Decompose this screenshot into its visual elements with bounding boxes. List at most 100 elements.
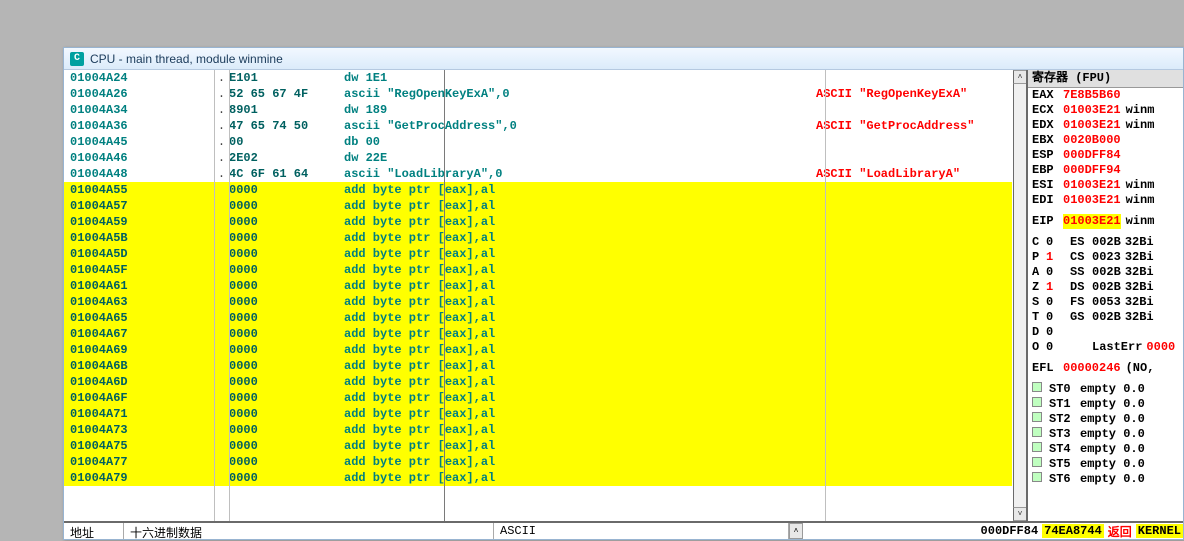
column-divider[interactable] (214, 70, 215, 521)
disasm-row[interactable]: 01004A6B0000add byte ptr [eax],al (64, 358, 1012, 374)
fpu-st6[interactable]: ST6empty 0.0 (1028, 472, 1183, 487)
fpu-st2[interactable]: ST2empty 0.0 (1028, 412, 1183, 427)
breakpoint-dot[interactable]: . (214, 118, 229, 134)
disasm-row[interactable]: 01004A5D0000add byte ptr [eax],al (64, 246, 1012, 262)
breakpoint-dot[interactable]: . (214, 166, 229, 182)
register-esi[interactable]: ESI01003E21winm (1028, 178, 1183, 193)
flag-d[interactable]: D0 (1028, 325, 1183, 340)
flag-o[interactable]: O0LastErr0000 (1028, 340, 1183, 355)
breakpoint-dot[interactable]: . (214, 150, 229, 166)
breakpoint-dot[interactable] (214, 374, 229, 390)
disasm-row[interactable]: 01004A750000add byte ptr [eax],al (64, 438, 1012, 454)
scrollbar[interactable] (1013, 84, 1027, 507)
scroll-up-button[interactable]: ˄ (789, 523, 803, 539)
register-esp[interactable]: ESP000DFF84 (1028, 148, 1183, 163)
breakpoint-dot[interactable] (214, 390, 229, 406)
disasm-row[interactable]: 01004A790000add byte ptr [eax],al (64, 470, 1012, 486)
disasm-row[interactable]: 01004A5F0000add byte ptr [eax],al (64, 262, 1012, 278)
breakpoint-dot[interactable] (214, 198, 229, 214)
fpu-st3[interactable]: ST3empty 0.0 (1028, 427, 1183, 442)
flag-s[interactable]: S0FS005332Bi (1028, 295, 1183, 310)
breakpoint-dot[interactable]: . (214, 102, 229, 118)
dump-pane-header[interactable]: 地址 十六进制数据 ASCII (64, 523, 789, 539)
disasm-row[interactable]: 01004A770000add byte ptr [eax],al (64, 454, 1012, 470)
reg-note: winm (1126, 178, 1155, 193)
flag-c[interactable]: C0ES002B32Bi (1028, 235, 1183, 250)
disasm-row[interactable]: 01004A5B0000add byte ptr [eax],al (64, 230, 1012, 246)
breakpoint-dot[interactable]: . (214, 70, 229, 86)
stack-row[interactable]: 000DFF84 74EA8744 返回 KERNEL (803, 523, 1183, 539)
disasm-row[interactable]: 01004A650000add byte ptr [eax],al (64, 310, 1012, 326)
breakpoint-dot[interactable] (214, 438, 229, 454)
breakpoint-dot[interactable] (214, 294, 229, 310)
disasm-row[interactable]: 01004A630000add byte ptr [eax],al (64, 294, 1012, 310)
column-divider[interactable] (444, 70, 445, 521)
breakpoint-dot[interactable]: . (214, 86, 229, 102)
disasm-row[interactable]: 01004A34.8901dw 189 (64, 102, 1012, 118)
breakpoint-dot[interactable] (214, 454, 229, 470)
scroll-up-button[interactable]: ˄ (1013, 70, 1027, 84)
register-ebx[interactable]: EBX0020B000 (1028, 133, 1183, 148)
register-eip[interactable]: EIP 01003E21 winm (1028, 214, 1183, 229)
flag-p[interactable]: P1CS002332Bi (1028, 250, 1183, 265)
breakpoint-dot[interactable] (214, 358, 229, 374)
scroll-down-button[interactable]: ˅ (1013, 507, 1027, 521)
fpu-st1[interactable]: ST1empty 0.0 (1028, 397, 1183, 412)
stack-addr: 000DFF84 (981, 524, 1039, 538)
disasm-row[interactable]: 01004A610000add byte ptr [eax],al (64, 278, 1012, 294)
breakpoint-dot[interactable] (214, 214, 229, 230)
breakpoint-dot[interactable] (214, 342, 229, 358)
registers-header[interactable]: 寄存器 (FPU) (1028, 70, 1183, 88)
disasm-row[interactable]: 01004A690000add byte ptr [eax],al (64, 342, 1012, 358)
breakpoint-dot[interactable]: . (214, 134, 229, 150)
flag-a[interactable]: A0SS002B32Bi (1028, 265, 1183, 280)
register-ebp[interactable]: EBP000DFF94 (1028, 163, 1183, 178)
register-ecx[interactable]: ECX01003E21winm (1028, 103, 1183, 118)
seg-extra: 0000 (1146, 340, 1175, 355)
dump-col-addr[interactable]: 地址 (64, 523, 124, 539)
disasm-row[interactable]: 01004A26.52 65 67 4Fascii "RegOpenKeyExA… (64, 86, 1012, 102)
disasm-row[interactable]: 01004A24.E101dw 1E1 (64, 70, 1012, 86)
breakpoint-dot[interactable] (214, 310, 229, 326)
register-edx[interactable]: EDX01003E21winm (1028, 118, 1183, 133)
disasm-row[interactable]: 01004A550000add byte ptr [eax],al (64, 182, 1012, 198)
disasm-row[interactable]: 01004A48.4C 6F 61 64ascii "LoadLibraryA"… (64, 166, 1012, 182)
registers-pane[interactable]: 寄存器 (FPU) EAX7E8B5B60ECX01003E21winmEDX0… (1028, 70, 1183, 521)
breakpoint-dot[interactable] (214, 262, 229, 278)
dump-col-ascii[interactable]: ASCII (494, 523, 789, 539)
breakpoint-dot[interactable] (214, 278, 229, 294)
disasm-row[interactable]: 01004A46.2E02dw 22E (64, 150, 1012, 166)
breakpoint-dot[interactable] (214, 406, 229, 422)
column-divider[interactable] (825, 70, 826, 521)
flag-z[interactable]: Z1DS002B32Bi (1028, 280, 1183, 295)
fpu-st5[interactable]: ST5empty 0.0 (1028, 457, 1183, 472)
disasm-row[interactable]: 01004A6F0000add byte ptr [eax],al (64, 390, 1012, 406)
fpu-st4[interactable]: ST4empty 0.0 (1028, 442, 1183, 457)
disasm-row[interactable]: 01004A730000add byte ptr [eax],al (64, 422, 1012, 438)
register-efl[interactable]: EFL 00000246 (NO, (1028, 361, 1183, 376)
seg-extra: 32Bi (1125, 265, 1154, 280)
breakpoint-dot[interactable] (214, 422, 229, 438)
column-divider[interactable] (229, 70, 230, 521)
comment (812, 310, 1012, 326)
disasm-row[interactable]: 01004A6D0000add byte ptr [eax],al (64, 374, 1012, 390)
disasm-row[interactable]: 01004A670000add byte ptr [eax],al (64, 326, 1012, 342)
register-eax[interactable]: EAX7E8B5B60 (1028, 88, 1183, 103)
fpu-st0[interactable]: ST0empty 0.0 (1028, 382, 1183, 397)
disassembly-pane[interactable]: 01004A24.E101dw 1E101004A26.52 65 67 4Fa… (64, 70, 1028, 521)
titlebar[interactable]: C CPU - main thread, module winmine (64, 48, 1183, 70)
breakpoint-dot[interactable] (214, 230, 229, 246)
dump-col-hex[interactable]: 十六进制数据 (124, 523, 494, 539)
disasm-row[interactable]: 01004A570000add byte ptr [eax],al (64, 198, 1012, 214)
flag-t[interactable]: T0GS002B32Bi (1028, 310, 1183, 325)
breakpoint-dot[interactable] (214, 326, 229, 342)
breakpoint-dot[interactable] (214, 246, 229, 262)
disasm-row[interactable]: 01004A590000add byte ptr [eax],al (64, 214, 1012, 230)
breakpoint-dot[interactable] (214, 470, 229, 486)
register-edi[interactable]: EDI01003E21winm (1028, 193, 1183, 208)
disasm-row[interactable]: 01004A710000add byte ptr [eax],al (64, 406, 1012, 422)
disasm-row[interactable]: 01004A45.00db 00 (64, 134, 1012, 150)
breakpoint-dot[interactable] (214, 182, 229, 198)
disasm-row[interactable]: 01004A36.47 65 74 50ascii "GetProcAddres… (64, 118, 1012, 134)
disassembly: add byte ptr [eax],al (344, 470, 812, 486)
